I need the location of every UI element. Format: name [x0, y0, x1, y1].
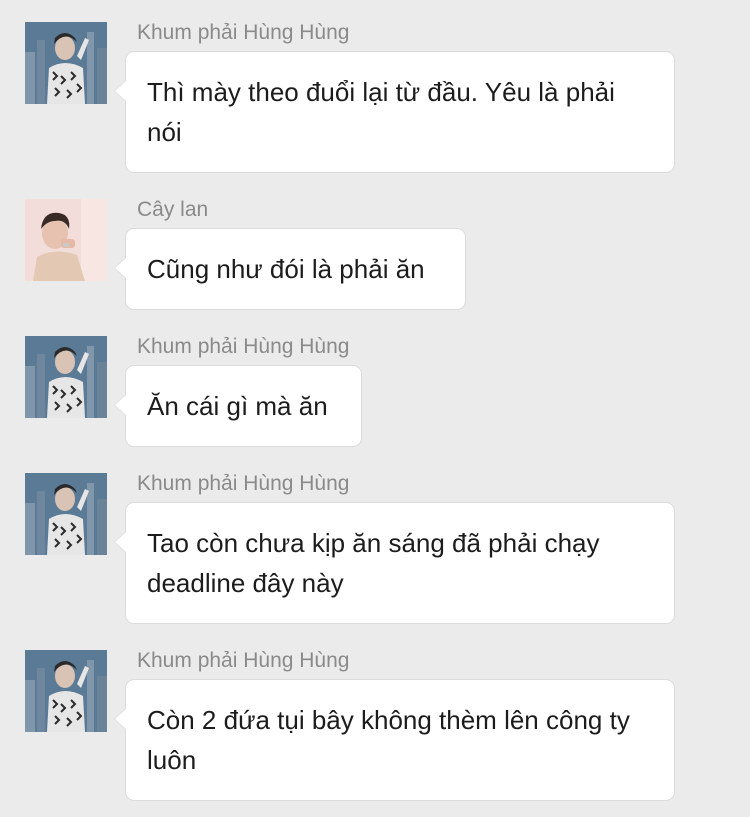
- avatar[interactable]: [25, 336, 107, 418]
- chat-message: Khum phải Hùng Hùng Ăn cái gì mà ăn: [0, 314, 750, 454]
- avatar-city-man-image: [25, 473, 107, 555]
- message-bubble[interactable]: Cũng như đói là phải ăn: [114, 228, 466, 310]
- avatar[interactable]: [25, 473, 107, 555]
- avatar[interactable]: [25, 650, 107, 732]
- chat-message: Cây lan Cũng như đói là phải ăn: [0, 177, 750, 317]
- chat-message: Khum phải Hùng Hùng Còn 2 đứa tụi bây kh…: [0, 628, 750, 808]
- avatar-city-man-image: [25, 336, 107, 418]
- message-text: Cũng như đói là phải ăn: [147, 254, 425, 284]
- message-bubble[interactable]: Ăn cái gì mà ăn: [114, 365, 362, 447]
- chat-message: Khum phải Hùng Hùng Tao còn chưa kịp ăn …: [0, 451, 750, 631]
- sender-name: Khum phải Hùng Hùng: [137, 472, 350, 495]
- sender-name: Khum phải Hùng Hùng: [137, 649, 350, 672]
- sender-name: Khum phải Hùng Hùng: [137, 21, 350, 44]
- avatar-city-man-image: [25, 650, 107, 732]
- message-bubble[interactable]: Tao còn chưa kịp ăn sáng đã phải chạy de…: [114, 502, 675, 624]
- chat-history: Khum phải Hùng Hùng Thì mày theo đuổi lạ…: [0, 0, 750, 817]
- message-bubble[interactable]: Còn 2 đứa tụi bây không thèm lên công ty…: [114, 679, 675, 801]
- avatar-city-man-image: [25, 22, 107, 104]
- avatar-pink-man-image: [25, 199, 107, 281]
- message-text: Ăn cái gì mà ăn: [147, 391, 328, 421]
- chat-message: Khum phải Hùng Hùng Thì mày theo đuổi lạ…: [0, 0, 750, 180]
- avatar[interactable]: [25, 22, 107, 104]
- avatar[interactable]: [25, 199, 107, 281]
- message-text: Còn 2 đứa tụi bây không thèm lên công ty…: [147, 705, 630, 775]
- message-text: Thì mày theo đuổi lại từ đầu. Yêu là phả…: [147, 77, 615, 147]
- message-bubble[interactable]: Thì mày theo đuổi lại từ đầu. Yêu là phả…: [114, 51, 675, 173]
- message-text: Tao còn chưa kịp ăn sáng đã phải chạy de…: [147, 528, 600, 598]
- sender-name: Khum phải Hùng Hùng: [137, 335, 350, 358]
- sender-name: Cây lan: [137, 198, 209, 221]
